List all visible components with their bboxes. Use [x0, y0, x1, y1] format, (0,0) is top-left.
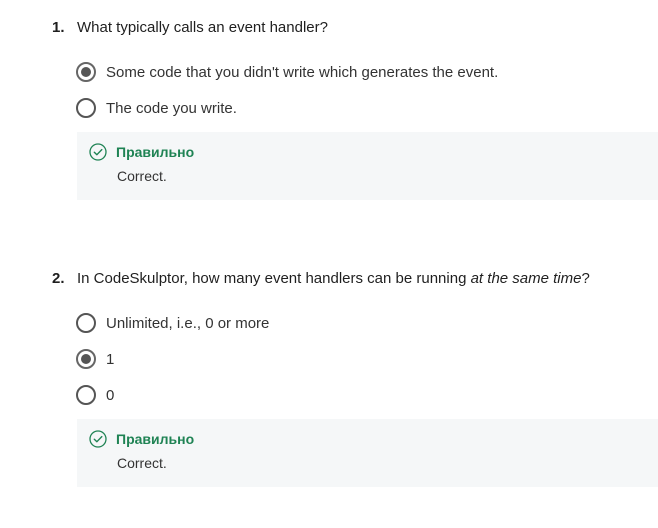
feedback-status: Правильно — [89, 430, 194, 448]
feedback-status-label: Правильно — [116, 144, 195, 160]
answer-option-2[interactable]: 1 — [76, 348, 114, 370]
question-text-emphasis: at the same time — [470, 270, 582, 287]
radio-unselected-icon[interactable] — [76, 313, 96, 333]
radio-selected-icon[interactable] — [76, 349, 96, 369]
feedback-status-label: Правильно — [116, 431, 195, 447]
check-circle-icon — [89, 430, 107, 448]
feedback-box: Правильно Correct. — [77, 132, 658, 200]
question-text-main: In CodeSkulptor, how many event handlers… — [77, 270, 471, 287]
check-circle-icon — [89, 143, 107, 161]
answer-option-label: The code you write. — [106, 99, 237, 117]
answer-option-1[interactable]: Unlimited, i.e., 0 or more — [76, 312, 269, 334]
feedback-status: Правильно — [89, 143, 194, 161]
question-text: In CodeSkulptor, how many event handlers… — [77, 269, 590, 289]
answer-option-label: 0 — [106, 386, 115, 404]
question-text: What typically calls an event handler? — [77, 18, 328, 38]
radio-selected-icon[interactable] — [76, 62, 96, 82]
answer-option-label: 1 — [106, 350, 115, 368]
feedback-message: Correct. — [117, 455, 167, 471]
radio-unselected-icon[interactable] — [76, 385, 96, 405]
question-prompt: 2. In CodeSkulptor, how many event handl… — [52, 269, 590, 289]
answer-option-label: Some code that you didn't write which ge… — [106, 63, 499, 81]
question-text-end: ? — [581, 270, 590, 287]
answer-option-1[interactable]: Some code that you didn't write which ge… — [76, 61, 498, 83]
answer-option-3[interactable]: 0 — [76, 384, 114, 406]
feedback-box: Правильно Correct. — [77, 419, 658, 487]
radio-unselected-icon[interactable] — [76, 98, 96, 118]
question-number: 2. — [52, 270, 65, 287]
answer-option-2[interactable]: The code you write. — [76, 97, 237, 119]
question-prompt: 1. What typically calls an event handler… — [52, 18, 328, 38]
question-text-main: What typically calls an event handler? — [77, 19, 328, 36]
question-number: 1. — [52, 19, 65, 36]
answer-option-label: Unlimited, i.e., 0 or more — [106, 314, 270, 332]
feedback-message: Correct. — [117, 168, 167, 184]
